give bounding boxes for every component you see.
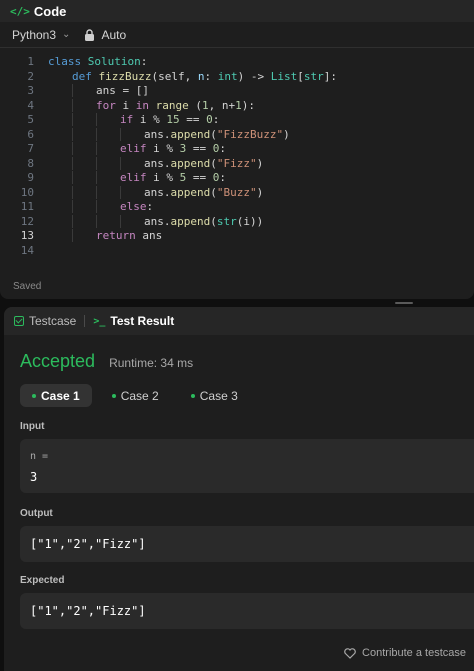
input-variable-name: n =	[30, 451, 49, 462]
code-text: for i in range (1, n+1):	[36, 98, 255, 114]
line-number: 6	[27, 127, 34, 141]
tab-test-result[interactable]: >_ Test Result	[93, 314, 174, 328]
case-label: Case 3	[199, 388, 238, 403]
code-text: class Solution:	[48, 55, 148, 68]
code-text: if i % 15 == 0:	[36, 113, 219, 128]
tab-test-result-label: Test Result	[110, 314, 175, 328]
code-line: 7 elif i % 3 == 0:	[0, 142, 474, 157]
code-line: 1 class Solution:	[0, 55, 474, 70]
resize-grip-icon[interactable]	[395, 302, 413, 304]
result-panel: Testcase >_ Test Result Accepted Runtime…	[4, 307, 474, 671]
lock-icon	[85, 28, 95, 41]
language-label: Python3	[12, 27, 57, 42]
language-selector[interactable]: Python3 ⌄	[12, 28, 70, 42]
case-label: Case 1	[41, 388, 80, 403]
code-line: 4 for i in range (1, n+1):	[0, 98, 474, 114]
line-number: 14	[20, 243, 34, 257]
line-number: 13	[20, 229, 34, 242]
code-line: 5 if i % 15 == 0:	[0, 113, 474, 128]
line-number: 5	[27, 113, 34, 126]
output-label: Output	[20, 508, 53, 519]
input-value: 3	[30, 470, 38, 484]
tab-separator	[84, 315, 86, 327]
code-line: 9 elif i % 5 == 0:	[0, 171, 474, 186]
code-line: 2 def fizzBuzz(self, n: int) -> List[str…	[0, 70, 474, 85]
result-tabs: Testcase >_ Test Result	[4, 307, 474, 335]
auto-mode-indicator[interactable]: Auto	[84, 28, 126, 42]
line-number: 10	[20, 185, 34, 199]
line-number: 8	[27, 156, 34, 170]
code-panel-header: </> Code	[0, 0, 474, 22]
code-line: 14	[0, 244, 474, 259]
tab-testcase-label: Testcase	[29, 314, 77, 328]
result-status: Accepted Runtime: 34 ms	[20, 351, 193, 372]
code-text: def fizzBuzz(self, n: int) -> List[str]:	[72, 69, 337, 83]
code-text: return ans	[36, 229, 162, 244]
panel-resize-divider[interactable]	[0, 299, 474, 307]
code-line: 6 ans.append("FizzBuzz")	[0, 127, 474, 143]
case-3-button[interactable]: Case 3	[179, 384, 250, 407]
code-line: 10 ans.append("Buzz")	[0, 185, 474, 201]
code-text: ans.append("Buzz")	[36, 185, 263, 201]
code-line: 12 ans.append(str(i))	[0, 214, 474, 230]
line-number: 1	[27, 55, 34, 68]
heart-icon	[344, 647, 356, 659]
expected-label: Expected	[20, 575, 65, 586]
input-box: n = 3	[20, 439, 474, 493]
code-panel: </> Code Python3 ⌄ Auto 1 class Solution…	[0, 0, 474, 299]
case-label: Case 2	[120, 388, 159, 403]
code-line: 3 ans = []	[0, 84, 474, 99]
chevron-down-icon: ⌄	[62, 29, 71, 40]
editor-toolbar: Python3 ⌄ Auto	[0, 22, 474, 48]
code-icon: </>	[10, 4, 30, 18]
line-number: 3	[27, 84, 34, 97]
contribute-testcase-label: Contribute a testcase	[362, 647, 466, 659]
code-text: ans.append("FizzBuzz")	[36, 127, 290, 143]
code-text: elif i % 5 == 0:	[36, 171, 226, 186]
line-number: 12	[20, 214, 34, 228]
code-text: else:	[36, 200, 153, 215]
verdict-label: Accepted	[20, 351, 96, 371]
code-text: ans.append("Fizz")	[36, 156, 263, 172]
case-2-button[interactable]: Case 2	[100, 384, 171, 407]
expected-box: ["1","2","Fizz"]	[20, 593, 474, 629]
pass-dot-icon	[111, 393, 116, 398]
case-1-button[interactable]: Case 1	[20, 384, 92, 407]
case-tabs: Case 1 Case 2 Case 3	[20, 384, 250, 407]
code-line: 8 ans.append("Fizz")	[0, 156, 474, 172]
line-number: 7	[27, 142, 34, 155]
runtime-label: Runtime: 34 ms	[109, 356, 194, 370]
code-panel-title: Code	[33, 3, 67, 19]
code-text: ans.append(str(i))	[36, 214, 263, 230]
code-line: 13 return ans	[0, 229, 474, 244]
pass-dot-icon	[32, 393, 36, 398]
output-box: ["1","2","Fizz"]	[20, 526, 474, 562]
pass-dot-icon	[190, 393, 195, 398]
contribute-testcase-link[interactable]: Contribute a testcase	[344, 647, 466, 659]
code-editor[interactable]: 1 class Solution: 2 def fizzBuzz(self, n…	[0, 55, 474, 265]
code-text: ans = []	[36, 84, 149, 99]
input-label: Input	[20, 421, 45, 432]
save-status: Saved	[13, 281, 42, 292]
line-number: 9	[27, 171, 34, 184]
tab-testcase[interactable]: Testcase	[14, 314, 76, 328]
expected-value: ["1","2","Fizz"]	[30, 604, 146, 618]
line-number: 2	[27, 69, 34, 83]
terminal-icon: >_	[93, 315, 106, 327]
code-line: 11 else:	[0, 200, 474, 215]
line-number: 11	[20, 200, 34, 213]
code-text: elif i % 3 == 0:	[36, 142, 226, 157]
checkbox-icon	[14, 316, 24, 326]
auto-mode-label: Auto	[101, 27, 127, 42]
output-value: ["1","2","Fizz"]	[30, 537, 146, 551]
line-number: 4	[27, 98, 34, 112]
